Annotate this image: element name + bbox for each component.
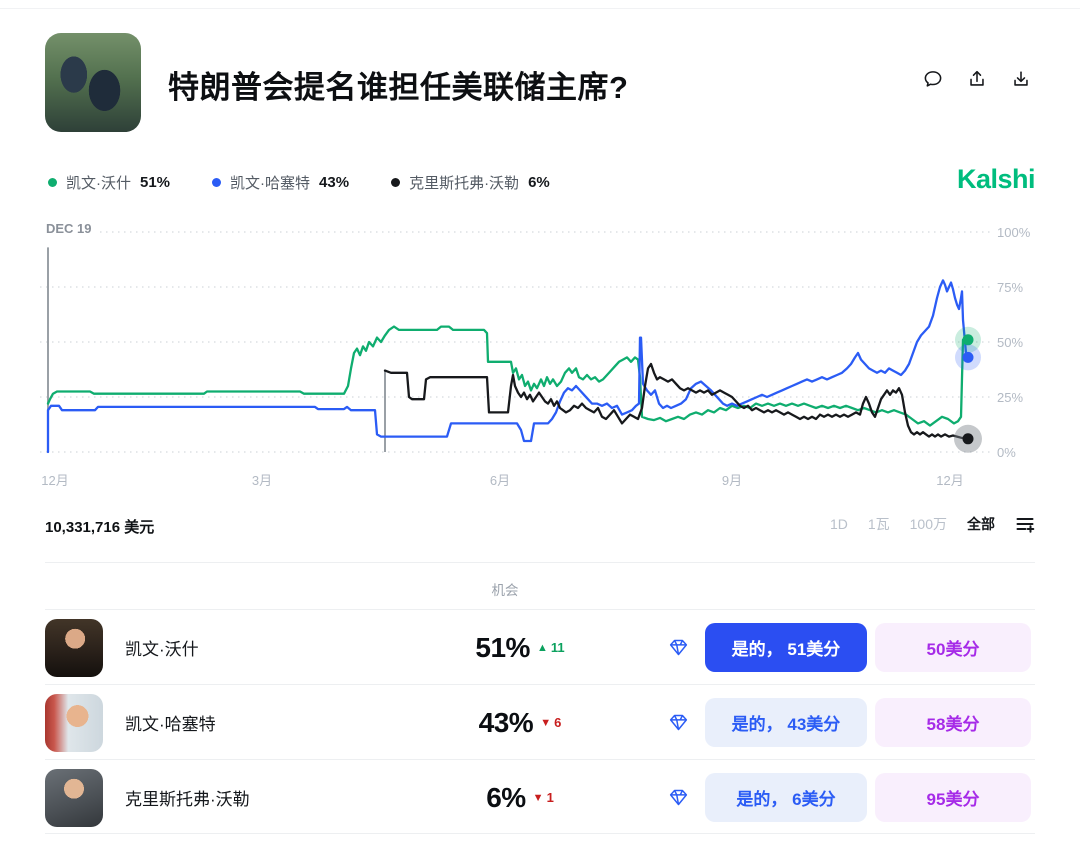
legend-name: 凯文·沃什 [66, 172, 131, 193]
chart-date-label: DEC 19 [46, 221, 98, 236]
kalshi-logo: Kalshi [957, 164, 1035, 195]
range-all[interactable]: 全部 [967, 514, 995, 534]
range-1m[interactable]: 100万 [910, 514, 947, 534]
gem-icon[interactable] [668, 637, 689, 658]
candidate-avatar [45, 619, 103, 677]
legend-dot-blue [212, 178, 221, 187]
table-row-waller: 克里斯托弗·沃勒 6% ▼1 是的， 6美分 95美分 [45, 759, 1035, 834]
gem-icon[interactable] [668, 712, 689, 733]
header-actions [922, 68, 1032, 90]
x-tick: 6月 [490, 470, 510, 489]
candidate-avatar [45, 694, 103, 752]
volume-total: 10,331,716 美元 [45, 516, 154, 537]
legend-item-warsh[interactable]: 凯文·沃什 51% [48, 172, 170, 193]
y-tick-100: 100% [997, 225, 1042, 240]
down-arrow-icon: ▼ [540, 717, 551, 729]
yes-button[interactable]: 是的， 6美分 [705, 773, 867, 822]
chart-svg[interactable] [0, 225, 1080, 460]
change-value: 1 [547, 790, 554, 805]
download-icon[interactable] [1010, 68, 1032, 90]
change-value: 6 [554, 715, 561, 730]
no-button[interactable]: 58美分 [875, 698, 1031, 747]
y-tick-25: 25% [997, 390, 1042, 405]
probability-value: 51% [475, 632, 530, 664]
yes-button[interactable]: 是的， 51美分 [705, 623, 867, 672]
down-arrow-icon: ▼ [533, 792, 544, 804]
odds-cell: 43% ▼6 [445, 685, 595, 760]
y-tick-0: 0% [997, 445, 1042, 460]
legend-dot-black [391, 178, 400, 187]
legend-item-waller[interactable]: 克里斯托弗·沃勒 6% [391, 172, 550, 193]
probability-value: 43% [479, 707, 534, 739]
odds-column-header: 机会 [440, 579, 570, 599]
market-page: 特朗普会提名谁担任美联储主席? 凯文·沃什 51% 凯文·哈塞特 43% 克里斯… [0, 0, 1080, 858]
change-badge: ▲11 [537, 640, 565, 655]
legend-value: 51% [140, 174, 170, 191]
legend-dot-green [48, 178, 57, 187]
x-axis: 12月 3月 6月 9月 12月 [0, 470, 1080, 486]
candidate-avatar [45, 769, 103, 827]
odds-cell: 51% ▲11 [445, 610, 595, 685]
gem-icon[interactable] [668, 787, 689, 808]
y-tick-75: 75% [997, 280, 1042, 295]
change-badge: ▼1 [533, 790, 554, 805]
table-top-divider [45, 562, 1035, 563]
up-arrow-icon: ▲ [537, 642, 548, 654]
page-title: 特朗普会提名谁担任美联储主席? [168, 62, 628, 107]
x-tick: 12月 [936, 470, 963, 489]
top-divider [0, 8, 1080, 9]
legend-value: 6% [528, 174, 550, 191]
candidate-name: 克里斯托弗·沃勒 [125, 760, 250, 835]
no-button[interactable]: 50美分 [875, 623, 1031, 672]
x-tick: 3月 [252, 470, 272, 489]
share-icon[interactable] [966, 68, 988, 90]
price-chart: DEC 19 100% 75% 50% 25% 0% [0, 225, 1080, 460]
chart-settings-icon[interactable] [1015, 514, 1035, 534]
range-selector: 1D 1瓦 100万 全部 [830, 514, 1035, 534]
change-badge: ▼6 [540, 715, 561, 730]
x-tick: 12月 [41, 470, 68, 489]
chart-legend: 凯文·沃什 51% 凯文·哈塞特 43% 克里斯托弗·沃勒 6% [48, 172, 550, 193]
no-button[interactable]: 95美分 [875, 773, 1031, 822]
range-1w[interactable]: 1瓦 [868, 514, 890, 534]
legend-name: 凯文·哈塞特 [230, 172, 310, 193]
probability-value: 6% [486, 782, 525, 814]
legend-item-hassett[interactable]: 凯文·哈塞特 43% [212, 172, 349, 193]
comment-icon[interactable] [922, 68, 944, 90]
y-tick-50: 50% [997, 335, 1042, 350]
legend-name: 克里斯托弗·沃勒 [409, 172, 519, 193]
candidate-name: 凯文·哈塞特 [125, 685, 216, 760]
market-image [45, 33, 141, 132]
odds-cell: 6% ▼1 [445, 760, 595, 835]
range-1d[interactable]: 1D [830, 516, 848, 532]
x-tick: 9月 [722, 470, 742, 489]
legend-value: 43% [319, 174, 349, 191]
yes-button[interactable]: 是的， 43美分 [705, 698, 867, 747]
candidate-name: 凯文·沃什 [125, 610, 199, 685]
change-value: 11 [551, 640, 565, 655]
table-row-warsh: 凯文·沃什 51% ▲11 是的， 51美分 50美分 [45, 609, 1035, 684]
table-row-hassett: 凯文·哈塞特 43% ▼6 是的， 43美分 58美分 [45, 684, 1035, 759]
